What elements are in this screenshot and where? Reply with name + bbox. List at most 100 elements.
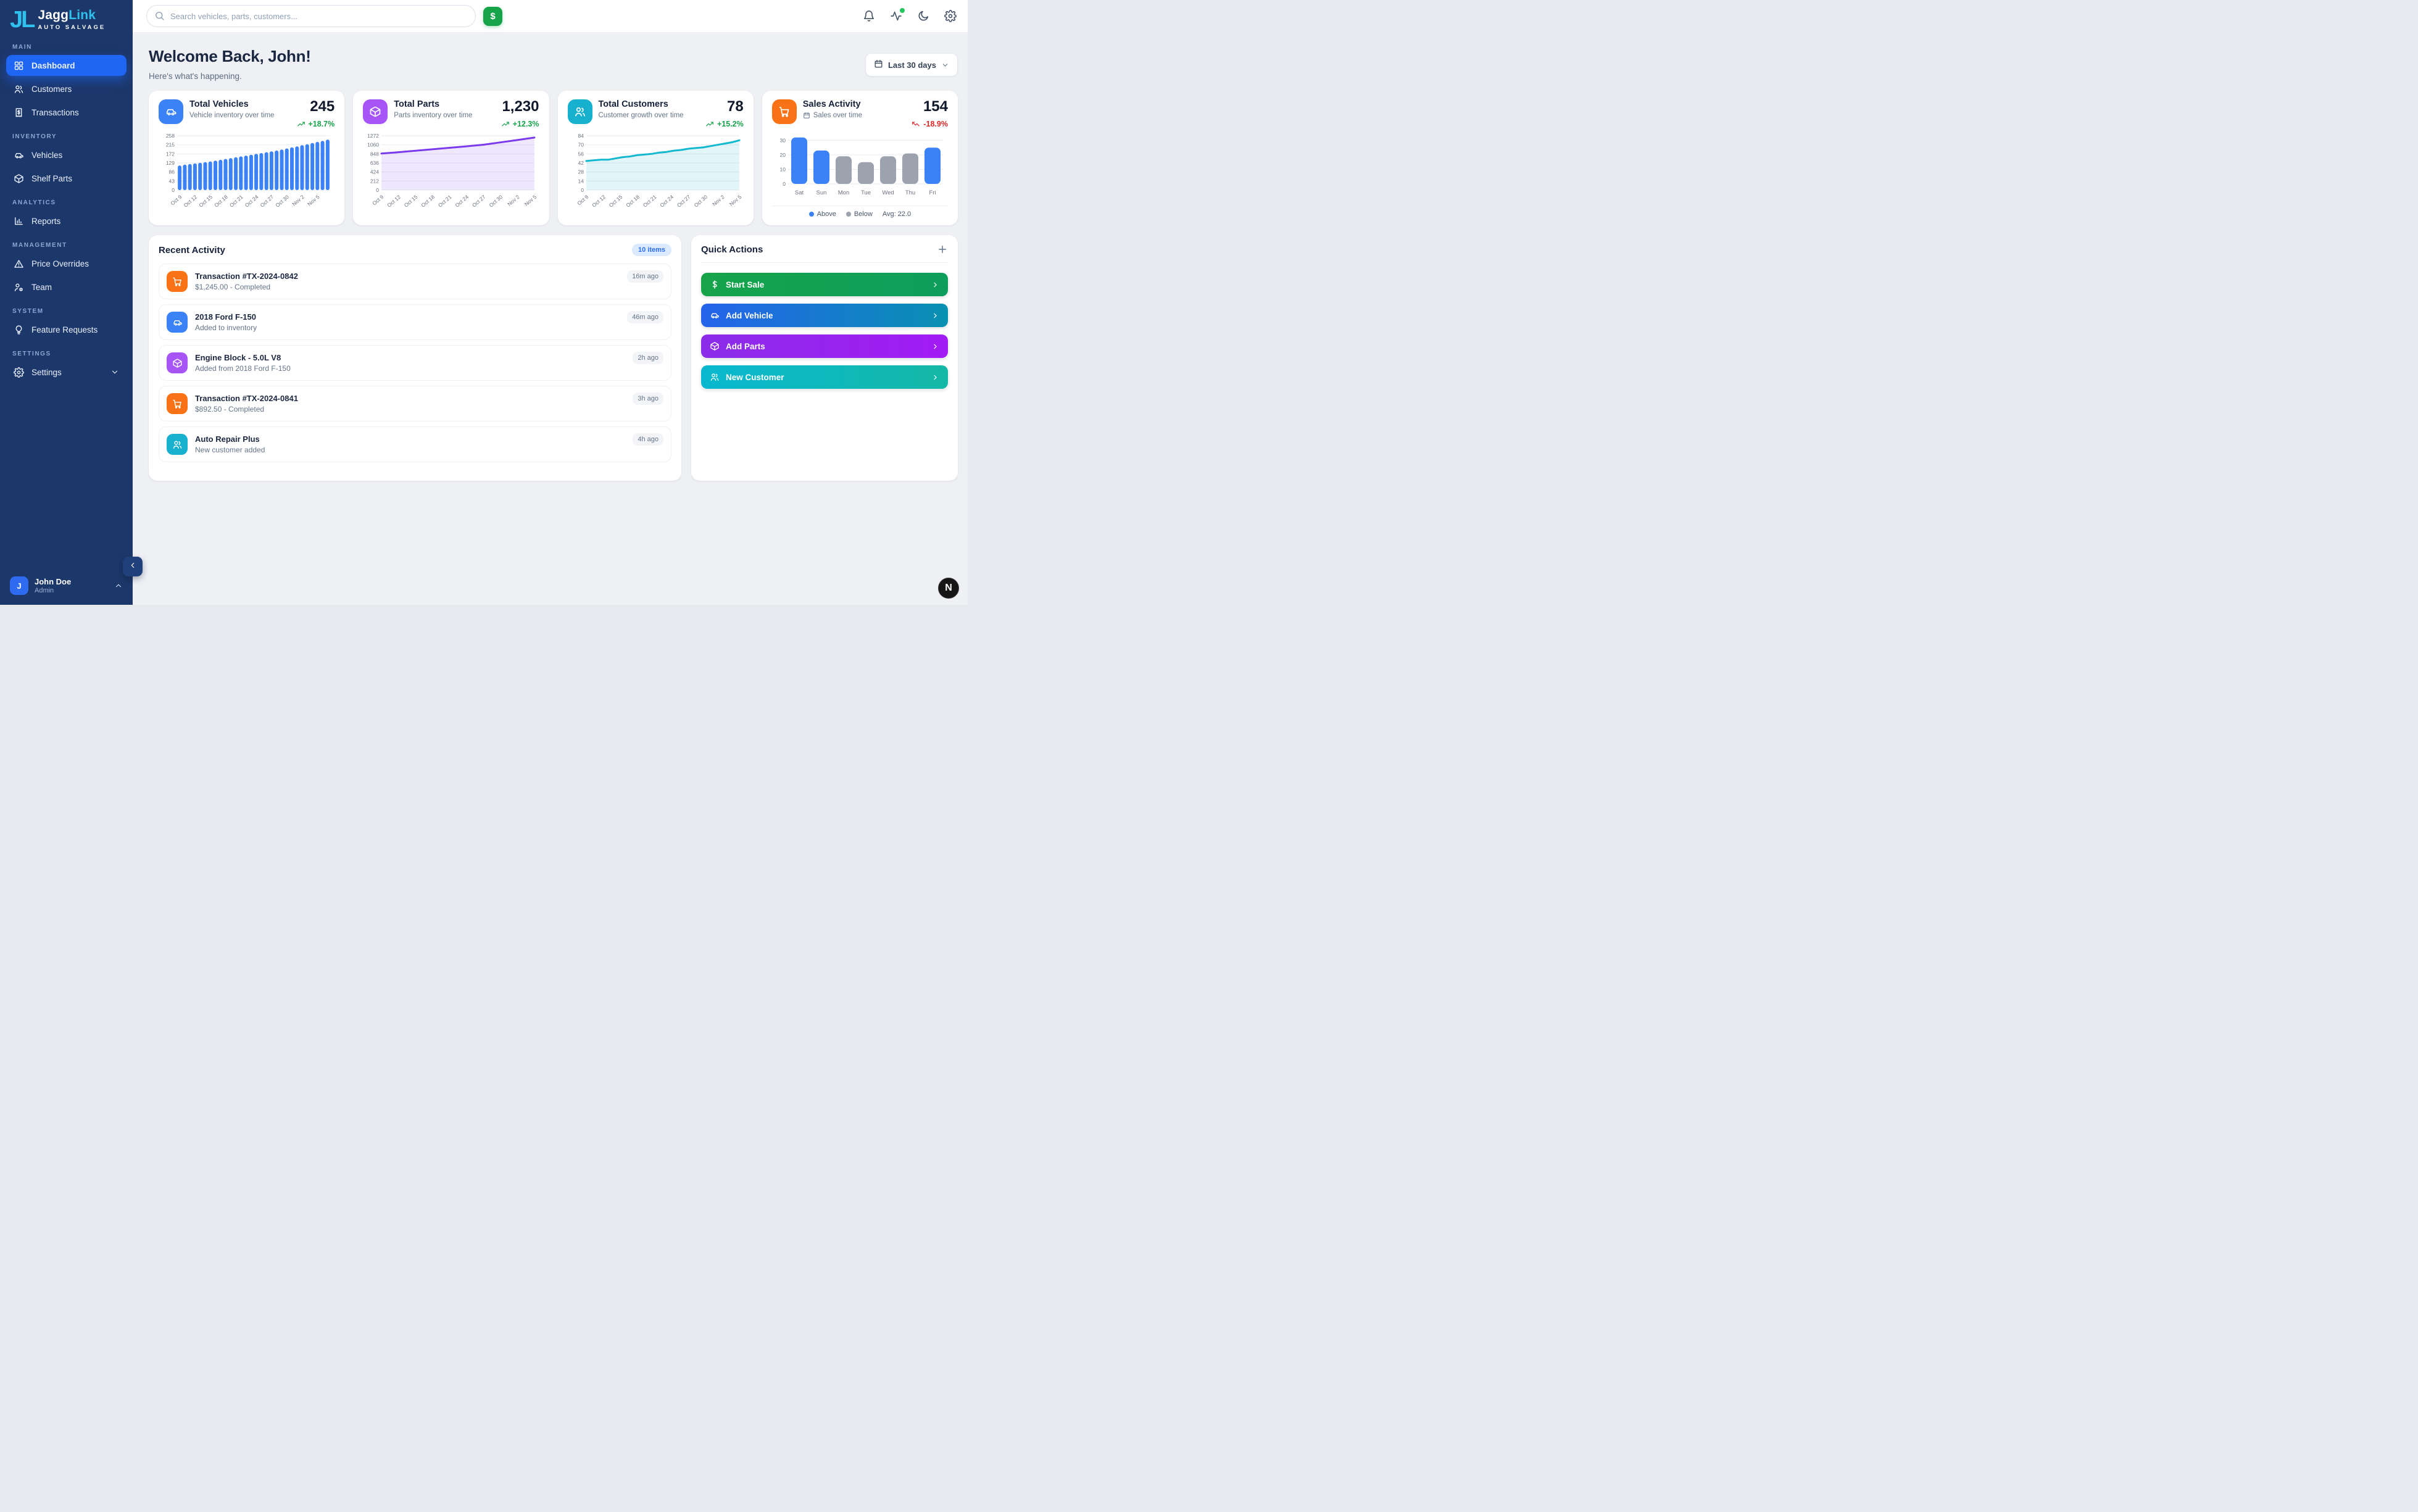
- activity-subtitle: Added from 2018 Ford F-150: [195, 364, 291, 373]
- sidebar-item-team[interactable]: Team: [6, 276, 127, 297]
- date-range-label: Last 30 days: [888, 60, 936, 70]
- sidebar-item-feature-requests[interactable]: Feature Requests: [6, 319, 127, 340]
- activity-icon[interactable]: [890, 10, 902, 22]
- activity-time: 4h ago: [633, 433, 663, 446]
- svg-text:Oct 18: Oct 18: [625, 194, 641, 209]
- users-icon: [710, 372, 720, 382]
- box-icon: [363, 99, 388, 124]
- svg-text:Oct 30: Oct 30: [692, 194, 708, 209]
- svg-text:Wed: Wed: [882, 189, 894, 196]
- activity-title: Transaction #TX-2024-0842: [195, 272, 298, 281]
- stat-card-value: 1,230: [501, 99, 539, 114]
- activity-time: 16m ago: [627, 270, 663, 283]
- items-count-badge: 10 items: [632, 244, 671, 256]
- users-icon: [167, 434, 188, 455]
- chevron-left-icon: [128, 561, 137, 573]
- svg-text:30: 30: [779, 137, 786, 143]
- activity-time: 46m ago: [627, 311, 663, 323]
- search-container: [146, 5, 476, 27]
- sidebar-item-reports[interactable]: Reports: [6, 210, 127, 231]
- page-title: Welcome Back, John!: [149, 47, 311, 66]
- user-profile[interactable]: J John Doe Admin: [0, 569, 133, 605]
- sidebar-item-dashboard[interactable]: Dashboard: [6, 55, 127, 76]
- svg-text:215: 215: [166, 142, 175, 148]
- sidebar-item-vehicles[interactable]: Vehicles: [6, 144, 127, 165]
- sidebar-item-label: Customers: [31, 85, 72, 94]
- cart-icon: [772, 99, 797, 124]
- svg-text:Nov 2: Nov 2: [291, 194, 305, 207]
- svg-text:42: 42: [578, 160, 584, 166]
- sidebar-item-price-overrides[interactable]: Price Overrides: [6, 253, 127, 274]
- quick-action-label: Add Vehicle: [726, 311, 773, 320]
- legend-below: Below: [846, 210, 873, 218]
- stat-card-subtitle: Vehicle inventory over time: [189, 112, 274, 119]
- recent-activity-header: Recent Activity 10 items: [159, 244, 671, 256]
- stat-card-delta: +12.3%: [501, 120, 539, 128]
- cart-icon: [167, 271, 188, 292]
- stat-card-subtitle: Customer growth over time: [599, 112, 684, 119]
- stat-card-title: Total Customers: [599, 99, 684, 109]
- nav-section-label-system: SYSTEM: [0, 300, 133, 319]
- activity-item-transaction-tx-2024-0842[interactable]: Transaction #TX-2024-0842$1,245.00 - Com…: [159, 264, 671, 299]
- plus-icon[interactable]: [937, 244, 948, 255]
- stat-card-delta: +15.2%: [705, 120, 744, 128]
- svg-text:258: 258: [166, 133, 175, 139]
- svg-text:Oct 18: Oct 18: [213, 194, 229, 209]
- sales-chart: 0102030SatSunMonTueWedThuFri: [772, 130, 948, 204]
- sales-legend: AboveBelowAvg: 22.0: [772, 206, 948, 218]
- svg-text:Sat: Sat: [795, 189, 804, 196]
- svg-text:Nov 5: Nov 5: [306, 194, 321, 207]
- nav-section-label-main: MAIN: [0, 36, 133, 55]
- svg-text:Oct 12: Oct 12: [183, 194, 199, 209]
- stat-card-subtitle: Sales over time: [803, 112, 862, 119]
- quick-action-add-parts[interactable]: Add Parts: [701, 334, 948, 358]
- chevron-up-icon[interactable]: [114, 581, 123, 590]
- activity-title: Engine Block - 5.0L V8: [195, 353, 291, 362]
- quick-action-new-customer[interactable]: New Customer: [701, 365, 948, 389]
- stat-card-header: Total VehiclesVehicle inventory over tim…: [159, 99, 334, 128]
- nextjs-dev-indicator[interactable]: N: [938, 578, 959, 599]
- sidebar-item-settings[interactable]: Settings: [6, 362, 127, 383]
- receipt-icon: [14, 107, 24, 118]
- svg-text:56: 56: [578, 151, 584, 157]
- activity-item-transaction-tx-2024-0841[interactable]: Transaction #TX-2024-0841$892.50 - Compl…: [159, 386, 671, 422]
- topbar-icons: [863, 10, 957, 22]
- activity-item-2018-ford-f-150[interactable]: 2018 Ford F-150Added to inventory46m ago: [159, 304, 671, 340]
- stat-card-delta: +18.7%: [297, 120, 335, 128]
- calendar-icon: [803, 112, 810, 119]
- sidebar-nav: MAINDashboardCustomersTransactionsINVENT…: [0, 35, 133, 569]
- stat-card-total-customers: Total Customers Customer growth over time…: [558, 91, 754, 225]
- car-icon: [710, 310, 720, 320]
- svg-text:636: 636: [370, 160, 379, 166]
- bell-icon[interactable]: [863, 10, 875, 22]
- svg-text:Oct 24: Oct 24: [659, 194, 675, 209]
- sidebar-item-transactions[interactable]: Transactions: [6, 102, 127, 123]
- svg-text:Oct 21: Oct 21: [641, 194, 657, 209]
- moon-icon[interactable]: [917, 10, 929, 22]
- activity-item-auto-repair-plus[interactable]: Auto Repair PlusNew customer added4h ago: [159, 426, 671, 462]
- bulb-icon: [14, 325, 24, 335]
- sidebar-item-shelf-parts[interactable]: Shelf Parts: [6, 168, 127, 189]
- svg-text:Oct 30: Oct 30: [488, 194, 504, 209]
- avatar: J: [10, 576, 28, 595]
- quick-action-start-sale[interactable]: Start Sale: [701, 273, 948, 296]
- search-input[interactable]: [146, 5, 476, 27]
- trend-up-icon: [501, 120, 510, 128]
- quick-action-add-vehicle[interactable]: Add Vehicle: [701, 304, 948, 327]
- sidebar-collapse-button[interactable]: [123, 557, 143, 576]
- stat-card-header: Total PartsParts inventory over time1,23…: [363, 99, 539, 128]
- activity-subtitle: $892.50 - Completed: [195, 405, 298, 413]
- activity-item-engine-block-5-0l-v8[interactable]: Engine Block - 5.0L V8 Added from 2018 Fo…: [159, 345, 671, 381]
- chevron-right-icon: [931, 373, 939, 381]
- quick-sale-button[interactable]: $: [483, 7, 502, 26]
- activity-list: Transaction #TX-2024-0842$1,245.00 - Com…: [159, 264, 671, 462]
- sidebar-item-customers[interactable]: Customers: [6, 78, 127, 99]
- svg-text:Oct 21: Oct 21: [437, 194, 453, 209]
- gear-icon[interactable]: [944, 10, 957, 22]
- search-icon: [154, 10, 165, 21]
- nav-section-label-settings: SETTINGS: [0, 343, 133, 362]
- quick-actions-panel: Quick Actions Start SaleAdd VehicleAdd P…: [691, 235, 958, 481]
- chevron-right-icon: [931, 343, 939, 351]
- svg-text:43: 43: [169, 178, 175, 184]
- date-range-selector[interactable]: Last 30 days: [865, 53, 958, 77]
